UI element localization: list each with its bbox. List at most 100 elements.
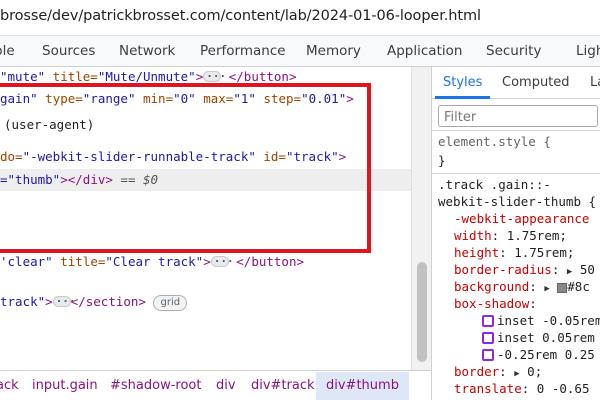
tree-line-track-div[interactable]: do="-webkit-slider-runnable-track" id="t… xyxy=(0,147,346,167)
tree-line-thumb-div[interactable]: ="thumb"></div> == $0 xyxy=(0,170,158,190)
attr-value: "-webkit-slider-runnable-track" xyxy=(22,149,256,164)
tab-lighthouse[interactable]: Ligh xyxy=(576,43,600,59)
tag-bracket: > xyxy=(338,149,347,164)
css-property-value[interactable]: inset -0.05rem xyxy=(497,313,600,328)
attr-name: type= xyxy=(37,91,83,106)
breadcrumb-item[interactable]: input.gain xyxy=(32,378,98,393)
css-property-name[interactable]: border xyxy=(454,364,499,379)
css-property-name[interactable]: width xyxy=(454,228,492,243)
elements-tree[interactable]: "mute" title="Mute/Unmute"> </button> ga… xyxy=(0,67,411,370)
css-property-value[interactable]: -0.25rem 0.25 xyxy=(497,347,595,362)
css-declaration[interactable]: translate: 0 -0.65 xyxy=(454,380,589,397)
tree-line-clear-button[interactable]: 'clear" title="Clear track"> </button> xyxy=(0,252,304,272)
expand-triangle-icon[interactable]: ▶ xyxy=(567,267,572,277)
css-declaration[interactable]: width: 1.75rem; xyxy=(454,227,567,244)
css-property-name[interactable]: height xyxy=(454,245,499,260)
tab-styles[interactable]: Styles xyxy=(443,75,482,90)
elements-scrollbar[interactable] xyxy=(411,67,431,370)
css-property-name[interactable]: box-shadow xyxy=(454,296,529,311)
css-declaration[interactable]: -webkit-appearance xyxy=(454,210,589,227)
shadow-value-line[interactable]: inset 0.05rem xyxy=(482,329,595,346)
attr-name: id= xyxy=(255,149,286,164)
tab-memory[interactable]: Memory xyxy=(306,43,361,59)
shadow-value-line[interactable]: -0.25rem 0.25 xyxy=(482,346,595,363)
tree-line-input-gain[interactable]: gain" type="range" min="0" max="1" step=… xyxy=(0,89,354,109)
attr-value: "track" xyxy=(285,149,339,164)
tree-line-section[interactable]: track"> </section> grid xyxy=(0,292,188,312)
css-property-name[interactable]: translate xyxy=(454,381,522,396)
rule-selector[interactable]: webkit-slider-thumb { xyxy=(438,193,596,210)
styles-filter-field[interactable] xyxy=(438,105,598,128)
tab-application[interactable]: Application xyxy=(387,43,462,59)
tab-console[interactable]: ble xyxy=(0,43,15,59)
tree-line-shadow-root[interactable]: (user-agent) xyxy=(4,115,94,135)
close-tag: </button> xyxy=(228,69,297,84)
css-declaration[interactable]: height: 1.75rem; xyxy=(454,244,574,261)
css-property-value[interactable]: 1.75rem; xyxy=(507,228,567,243)
styles-tab-bar: Styles Computed La xyxy=(432,67,600,99)
css-property-value[interactable]: 50 xyxy=(580,262,595,277)
tab-layout[interactable]: La xyxy=(590,75,600,90)
attr-value: "mute" xyxy=(0,69,46,84)
attr-name: step= xyxy=(255,91,302,106)
rule-close-brace: } xyxy=(438,153,446,168)
breadcrumb-item[interactable]: div#track xyxy=(251,378,315,393)
shadow-editor-icon[interactable] xyxy=(482,331,494,344)
tab-computed[interactable]: Computed xyxy=(502,75,570,90)
expand-triangle-icon[interactable]: ▶ xyxy=(514,369,519,379)
shadow-editor-icon[interactable] xyxy=(482,348,494,361)
css-property-value[interactable]: 0 -0.65 xyxy=(537,381,590,396)
css-property-name[interactable]: border-radius xyxy=(454,262,552,277)
css-declaration[interactable]: box-shadow: xyxy=(454,295,537,312)
css-declaration[interactable]: border-radius: ▶ 50 xyxy=(454,261,595,278)
scrollbar-thumb[interactable] xyxy=(417,262,427,362)
divider xyxy=(432,173,600,174)
color-swatch-icon[interactable] xyxy=(557,282,568,293)
attr-name: do= xyxy=(0,149,23,164)
shadow-value-line[interactable]: inset -0.05rem xyxy=(482,312,600,329)
styles-filter-input[interactable] xyxy=(439,107,589,128)
css-declaration[interactable]: border: ▶ 0; xyxy=(454,363,542,380)
breadcrumb: ack input.gain #shadow-root div div#trac… xyxy=(0,370,431,400)
css-declaration[interactable]: background: ▶ #8c xyxy=(454,278,590,295)
collapsed-children-button[interactable] xyxy=(52,292,76,312)
attr-value: track" xyxy=(0,294,46,309)
breadcrumb-item-active[interactable]: div#thumb xyxy=(316,372,409,400)
breadcrumb-item[interactable]: #shadow-root xyxy=(110,378,201,393)
active-tab-indicator xyxy=(435,96,490,99)
tab-network[interactable]: Network xyxy=(119,43,175,59)
attr-value: "0.01" xyxy=(301,91,347,106)
selected-node-marker: == $0 xyxy=(112,172,159,187)
attr-value: "Mute/Unmute" xyxy=(97,69,196,84)
tag-bracket: > xyxy=(346,91,354,106)
grid-badge[interactable]: grid xyxy=(153,294,188,311)
close-tag: </button> xyxy=(236,254,305,269)
css-property-name[interactable]: background xyxy=(454,279,529,294)
attr-value: "0" xyxy=(173,91,196,106)
collapsed-children-button[interactable] xyxy=(203,67,226,87)
tag-bracket: > xyxy=(203,254,211,269)
tab-security[interactable]: Security xyxy=(486,43,541,59)
css-property-value[interactable]: #8c xyxy=(567,279,590,294)
url-text[interactable]: brosse/dev/patrickbrosset.com/content/la… xyxy=(0,8,481,24)
tag-bracket: > xyxy=(195,69,204,84)
attr-name: max= xyxy=(195,91,234,106)
rule-selector[interactable]: .track .gain::- xyxy=(438,176,551,193)
expand-triangle-icon[interactable]: ▶ xyxy=(544,284,549,294)
tab-performance[interactable]: Performance xyxy=(200,43,286,59)
css-property-name[interactable]: -webkit-appearance xyxy=(454,211,589,226)
shadow-editor-icon[interactable] xyxy=(482,314,494,327)
css-property-value[interactable]: inset 0.05rem xyxy=(497,330,595,345)
collapsed-children-button[interactable] xyxy=(210,252,234,272)
close-tag: ></div> xyxy=(60,172,113,187)
css-property-value[interactable]: 0; xyxy=(527,364,542,379)
tag-bracket: > xyxy=(45,294,53,309)
tree-line-mute-button[interactable]: "mute" title="Mute/Unmute"> </button> xyxy=(0,67,296,87)
tab-sources[interactable]: Sources xyxy=(42,43,95,59)
breadcrumb-item[interactable]: div xyxy=(216,378,236,393)
element-style-rule[interactable]: element.style { xyxy=(438,133,551,150)
breadcrumb-item[interactable]: ack xyxy=(0,378,19,393)
attr-name: min= xyxy=(135,91,174,106)
address-bar[interactable]: brosse/dev/patrickbrosset.com/content/la… xyxy=(0,0,600,36)
css-property-value[interactable]: 1.75rem; xyxy=(514,245,574,260)
